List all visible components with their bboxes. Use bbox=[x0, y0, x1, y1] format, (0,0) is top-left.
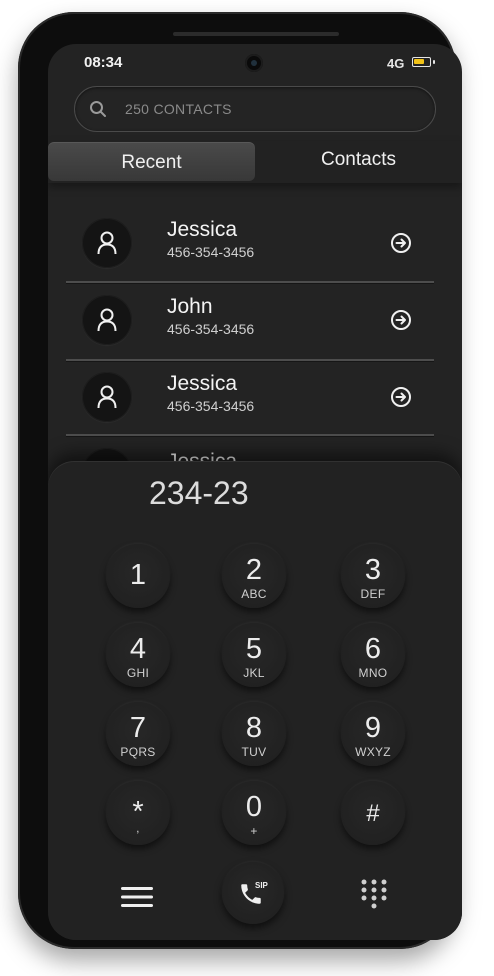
key-star[interactable]: *, bbox=[106, 781, 170, 845]
person-icon bbox=[97, 385, 117, 409]
list-item[interactable]: Jessica 456-354-3456 bbox=[66, 206, 434, 283]
sip-badge: SIP bbox=[255, 881, 268, 890]
key-digit: 1 bbox=[129, 559, 147, 591]
key-digit: 8 bbox=[245, 712, 263, 744]
key-digit: 5 bbox=[245, 633, 263, 665]
key-hash[interactable]: # bbox=[341, 781, 405, 845]
key-digit: 4 bbox=[129, 633, 147, 665]
key-digit: 3 bbox=[364, 554, 382, 586]
key-letters: , bbox=[136, 821, 140, 835]
key-8[interactable]: 8 TUV bbox=[222, 702, 286, 766]
arrow-right-circle-icon[interactable] bbox=[390, 309, 412, 331]
key-letters: PQRS bbox=[120, 745, 156, 759]
key-digit: 6 bbox=[364, 633, 382, 665]
arrow-right-circle-icon[interactable] bbox=[390, 386, 412, 408]
contact-name: Jessica bbox=[167, 218, 238, 241]
battery-fill bbox=[414, 59, 424, 64]
key-digit: # bbox=[366, 800, 380, 827]
dialpad-grid-icon[interactable] bbox=[361, 879, 387, 915]
contact-name: Jessica bbox=[167, 372, 238, 395]
key-6[interactable]: 6 MNO bbox=[341, 623, 405, 687]
key-3[interactable]: 3 DEF bbox=[341, 544, 405, 608]
tab-bar: Recent Contacts bbox=[48, 141, 462, 183]
contact-phone: 456-354-3456 bbox=[167, 398, 255, 414]
list-item[interactable]: Jessica 456-354-3456 bbox=[66, 360, 434, 437]
phone-frame: 08:34 4G 250 CONTACTS Recent Contacts Je… bbox=[18, 12, 462, 949]
dialed-number[interactable]: 234-23 bbox=[149, 475, 249, 512]
key-letters: ABC bbox=[241, 587, 267, 601]
battery-icon bbox=[412, 57, 431, 67]
dialer-panel: 234-23 1 2 ABC 3 DEF 4 GHI 5 JKL 6 MNO 7 PQRS … bbox=[48, 461, 462, 940]
speaker-grille bbox=[173, 32, 339, 36]
key-letters: WXYZ bbox=[355, 745, 391, 759]
contact-phone: 456-354-3456 bbox=[167, 244, 255, 260]
person-icon bbox=[97, 308, 117, 332]
key-9[interactable]: 9 WXYZ bbox=[341, 702, 405, 766]
key-digit: 0 bbox=[245, 791, 263, 823]
search-placeholder: 250 CONTACTS bbox=[125, 101, 232, 117]
key-1[interactable]: 1 bbox=[106, 544, 170, 608]
key-2[interactable]: 2 ABC bbox=[222, 544, 286, 608]
avatar bbox=[82, 295, 132, 345]
list-item[interactable]: John 456-354-3456 bbox=[66, 283, 434, 360]
key-4[interactable]: 4 GHI bbox=[106, 623, 170, 687]
avatar bbox=[82, 218, 132, 268]
key-letters: MNO bbox=[358, 666, 388, 680]
contact-phone: 456-354-3456 bbox=[167, 321, 255, 337]
key-letters: GHI bbox=[126, 666, 150, 680]
key-7[interactable]: 7 PQRS bbox=[106, 702, 170, 766]
key-0[interactable]: 0 + bbox=[222, 781, 286, 845]
tab-contacts[interactable]: Contacts bbox=[255, 141, 462, 181]
tab-recent[interactable]: Recent bbox=[48, 142, 255, 181]
search-icon bbox=[90, 101, 106, 117]
key-5[interactable]: 5 JKL bbox=[222, 623, 286, 687]
search-input[interactable]: 250 CONTACTS bbox=[74, 86, 436, 132]
key-digit: 9 bbox=[364, 712, 382, 744]
hamburger-menu-icon[interactable] bbox=[120, 885, 154, 909]
key-letters: TUV bbox=[241, 745, 267, 759]
person-icon bbox=[97, 231, 117, 255]
key-letters: + bbox=[250, 824, 258, 838]
battery-nub bbox=[433, 60, 435, 64]
screen: 08:34 4G 250 CONTACTS Recent Contacts Je… bbox=[48, 44, 462, 940]
front-camera bbox=[245, 54, 263, 72]
avatar bbox=[82, 372, 132, 422]
key-letters: DEF bbox=[360, 587, 386, 601]
key-digit: 7 bbox=[129, 712, 147, 744]
key-digit: 2 bbox=[245, 554, 263, 586]
call-button[interactable]: SIP bbox=[222, 862, 284, 924]
status-time: 08:34 bbox=[84, 54, 123, 71]
key-letters: JKL bbox=[243, 666, 265, 680]
network-indicator: 4G bbox=[387, 56, 405, 71]
contact-name: John bbox=[167, 295, 213, 318]
arrow-right-circle-icon[interactable] bbox=[390, 232, 412, 254]
